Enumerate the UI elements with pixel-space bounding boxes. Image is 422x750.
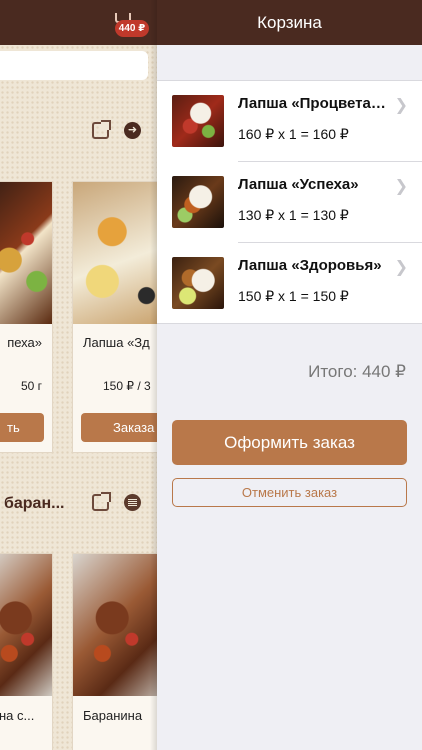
menu-panel: 440 ₽ ➜ пеха» 50 г ть Лапша «Зд 150 ₽ / … [0,0,157,750]
share-icon[interactable] [92,492,111,511]
chevron-right-icon: ❯ [394,97,408,114]
menu-card[interactable]: пеха» 50 г ть [0,181,53,453]
cart-item[interactable]: Лапша «Здоровья» 150 ₽ x 1 = 150 ₽ ❯ [157,243,422,324]
chevron-right-icon: ❯ [394,259,408,276]
dish-price: 150 ₽ / 3 [103,379,151,393]
arrow-right-icon[interactable]: ➜ [124,122,141,139]
item-thumbnail [172,95,224,147]
dish-name: Баранина [83,708,143,723]
item-name: Лапша «Здоровья» [238,257,382,274]
item-calc: 160 ₽ x 1 = 160 ₽ [238,126,349,142]
search-input[interactable] [0,51,148,80]
dish-photo [73,554,157,696]
dish-name: на с... [0,708,35,723]
cancel-order-button[interactable]: Отменить заказ [172,478,407,507]
dish-photo [0,554,52,696]
item-name: Лапша «Процветания» [238,95,388,112]
section-title: баран... [4,495,65,512]
menu-card[interactable]: на с... [0,553,53,750]
share-icon[interactable] [92,120,111,139]
dish-photo [0,182,52,324]
cart-item[interactable]: Лапша «Успеха» 130 ₽ x 1 = 130 ₽ ❯ [157,162,422,243]
dish-price: 50 г [20,379,42,393]
cart-total: Итого: 440 ₽ [308,362,406,381]
order-button[interactable]: Заказа [81,413,157,442]
order-button[interactable]: ть [0,413,44,442]
item-calc: 130 ₽ x 1 = 130 ₽ [238,207,349,223]
chevron-right-icon: ❯ [394,178,408,195]
menu-card[interactable]: Лапша «Зд 150 ₽ / 3 Заказа [72,181,157,453]
cart-button[interactable]: 440 ₽ [112,12,150,38]
dish-photo [73,182,157,324]
checkout-button[interactable]: Оформить заказ [172,420,407,465]
dish-name: Лапша «Зд [83,335,150,350]
panel-shadow [150,0,157,750]
item-name: Лапша «Успеха» [238,176,359,193]
item-thumbnail [172,257,224,309]
cart-title: Корзина [157,0,422,45]
menu-icon[interactable] [124,494,141,511]
cart-list: Лапша «Процветания» 160 ₽ x 1 = 160 ₽ ❯ … [157,80,422,324]
dish-name: пеха» [7,335,42,350]
item-calc: 150 ₽ x 1 = 150 ₽ [238,288,349,304]
item-thumbnail [172,176,224,228]
menu-header: 440 ₽ [0,0,157,45]
cart-item[interactable]: Лапша «Процветания» 160 ₽ x 1 = 160 ₽ ❯ [157,81,422,162]
cart-panel: Корзина Лапша «Процветания» 160 ₽ x 1 = … [157,0,422,750]
cart-total-badge: 440 ₽ [115,20,149,37]
menu-card[interactable]: Баранина [72,553,157,750]
